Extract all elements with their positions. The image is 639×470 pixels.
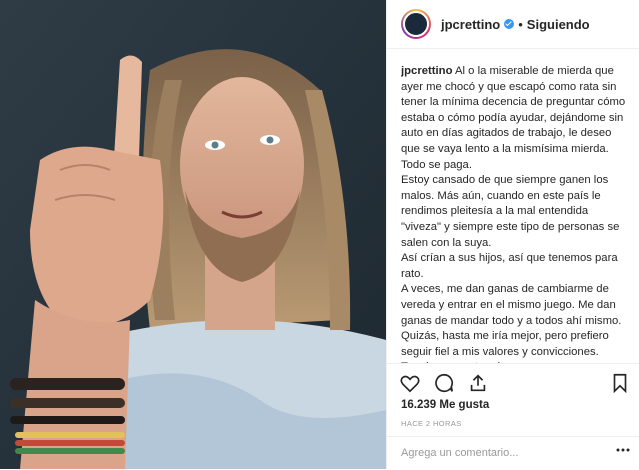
heart-icon[interactable]	[399, 372, 421, 394]
caption-paragraph-3: Estoy cansado de que siempre ganen los m…	[401, 174, 620, 249]
comment-icon[interactable]	[433, 372, 455, 394]
header-username[interactable]: jpcrettino	[441, 17, 500, 32]
header-separator: •	[518, 16, 523, 32]
share-icon[interactable]	[467, 372, 489, 394]
instagram-post: jpcrettino • Siguiendo jpcrettino Al o l…	[0, 0, 639, 469]
caption-paragraph-5: A veces, me dan ganas de cambiarme de ve…	[401, 283, 622, 364]
comment-input[interactable]	[401, 445, 621, 461]
post-timestamp: HACE 2 HORAS	[401, 419, 462, 428]
caption-username[interactable]: jpcrettino	[401, 65, 452, 77]
caption-paragraph-2: Todo se paga.	[401, 158, 472, 171]
action-bar	[387, 363, 639, 400]
post-header: jpcrettino • Siguiendo	[387, 0, 639, 49]
likes-count[interactable]: 16.239 Me gusta	[401, 399, 489, 411]
verified-icon	[504, 19, 515, 29]
following-button[interactable]: Siguiendo	[527, 17, 590, 32]
caption-paragraph-1: jpcrettino Al o la miserable de mierda q…	[401, 64, 629, 158]
post-sidebar: jpcrettino • Siguiendo jpcrettino Al o l…	[386, 0, 639, 469]
avatar[interactable]	[401, 9, 431, 39]
caption-paragraph-4: Así crían a sus hijos, así que tenemos p…	[401, 252, 618, 280]
caption-text: Al o la miserable de mierda que ayer me …	[401, 65, 626, 155]
bookmark-icon[interactable]	[609, 372, 631, 394]
more-icon[interactable]	[616, 448, 630, 452]
post-caption: jpcrettino Al o la miserable de mierda q…	[401, 64, 629, 364]
post-photo[interactable]	[0, 0, 386, 469]
comment-bar	[387, 436, 639, 470]
